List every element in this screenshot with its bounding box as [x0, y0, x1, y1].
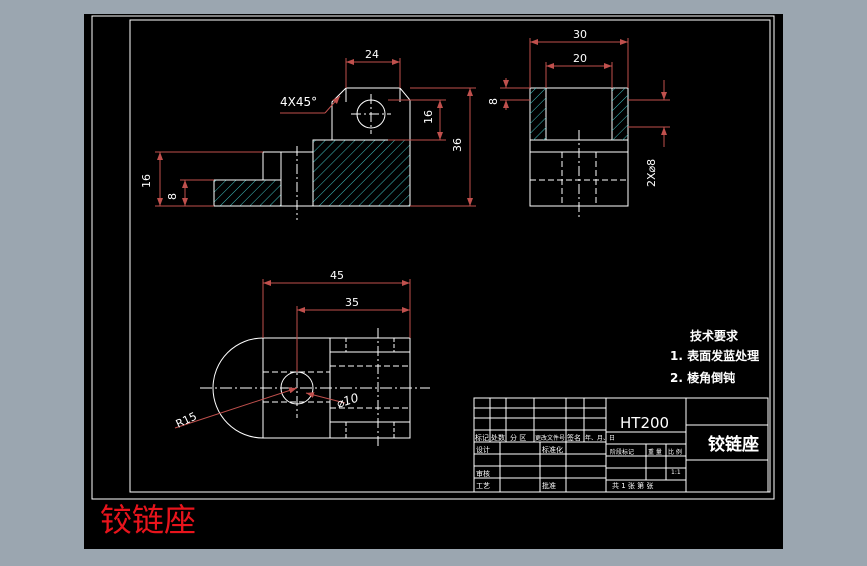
row-approve: 批准 — [542, 481, 556, 490]
weight: 重 量 — [648, 448, 662, 456]
section-hatch-main — [313, 140, 410, 206]
cad-drawing-window: 24 4X45° 16 36 16 8 30 20 8 2X⌀8 45 35 R… — [0, 0, 867, 562]
side-hatch-right — [612, 88, 628, 140]
dim-inner-width: 20 — [573, 52, 587, 65]
row-process: 工艺 — [476, 482, 490, 490]
hdr-date: 年、月、日 — [585, 434, 615, 442]
caption-title: 铰链座 — [100, 501, 197, 539]
dim-outer-width: 30 — [573, 28, 587, 41]
row-standard: 标准化 — [542, 445, 563, 454]
tech-req-heading: 技术要求 — [690, 328, 739, 343]
scale-value: 1:1 — [671, 469, 681, 476]
sheets: 共 1 张 第 张 — [612, 481, 653, 490]
dim-length-total: 45 — [330, 269, 344, 282]
dim-top-width: 24 — [365, 48, 379, 61]
tech-req-item-2: 2. 棱角倒钝 — [670, 370, 735, 385]
side-hatch-left — [530, 88, 546, 140]
hdr-docno: 更改文件号 — [535, 434, 565, 442]
chamfer-note: 4X45° — [280, 95, 317, 109]
dim-total-height: 36 — [451, 138, 464, 152]
part-name: 铰链座 — [708, 434, 759, 455]
cad-drawing: 24 4X45° 16 36 16 8 30 20 8 2X⌀8 45 35 R… — [84, 14, 783, 549]
dim-length-center: 35 — [345, 296, 359, 309]
section-hatch-base — [214, 180, 281, 206]
scale-label: 比 例 — [668, 448, 682, 456]
hdr-mark: 标记 — [475, 433, 489, 442]
dim-left-height: 16 — [140, 174, 153, 188]
hdr-zone: 分 区 — [510, 433, 526, 442]
dim-step: 8 — [487, 98, 500, 105]
row-design: 设计 — [476, 445, 490, 454]
tech-req-item-1: 1. 表面发蓝处理 — [670, 348, 759, 363]
hdr-sign: 签名 — [567, 433, 581, 442]
row-check: 审核 — [476, 469, 490, 478]
hdr-count: 处数 — [491, 433, 505, 442]
dim-holes: 2X⌀8 — [645, 159, 658, 187]
material: HT200 — [620, 414, 669, 432]
stage-mark: 阶段标记 — [610, 448, 634, 456]
dim-hole-height: 16 — [422, 110, 435, 124]
dim-left-inner: 8 — [166, 193, 179, 200]
